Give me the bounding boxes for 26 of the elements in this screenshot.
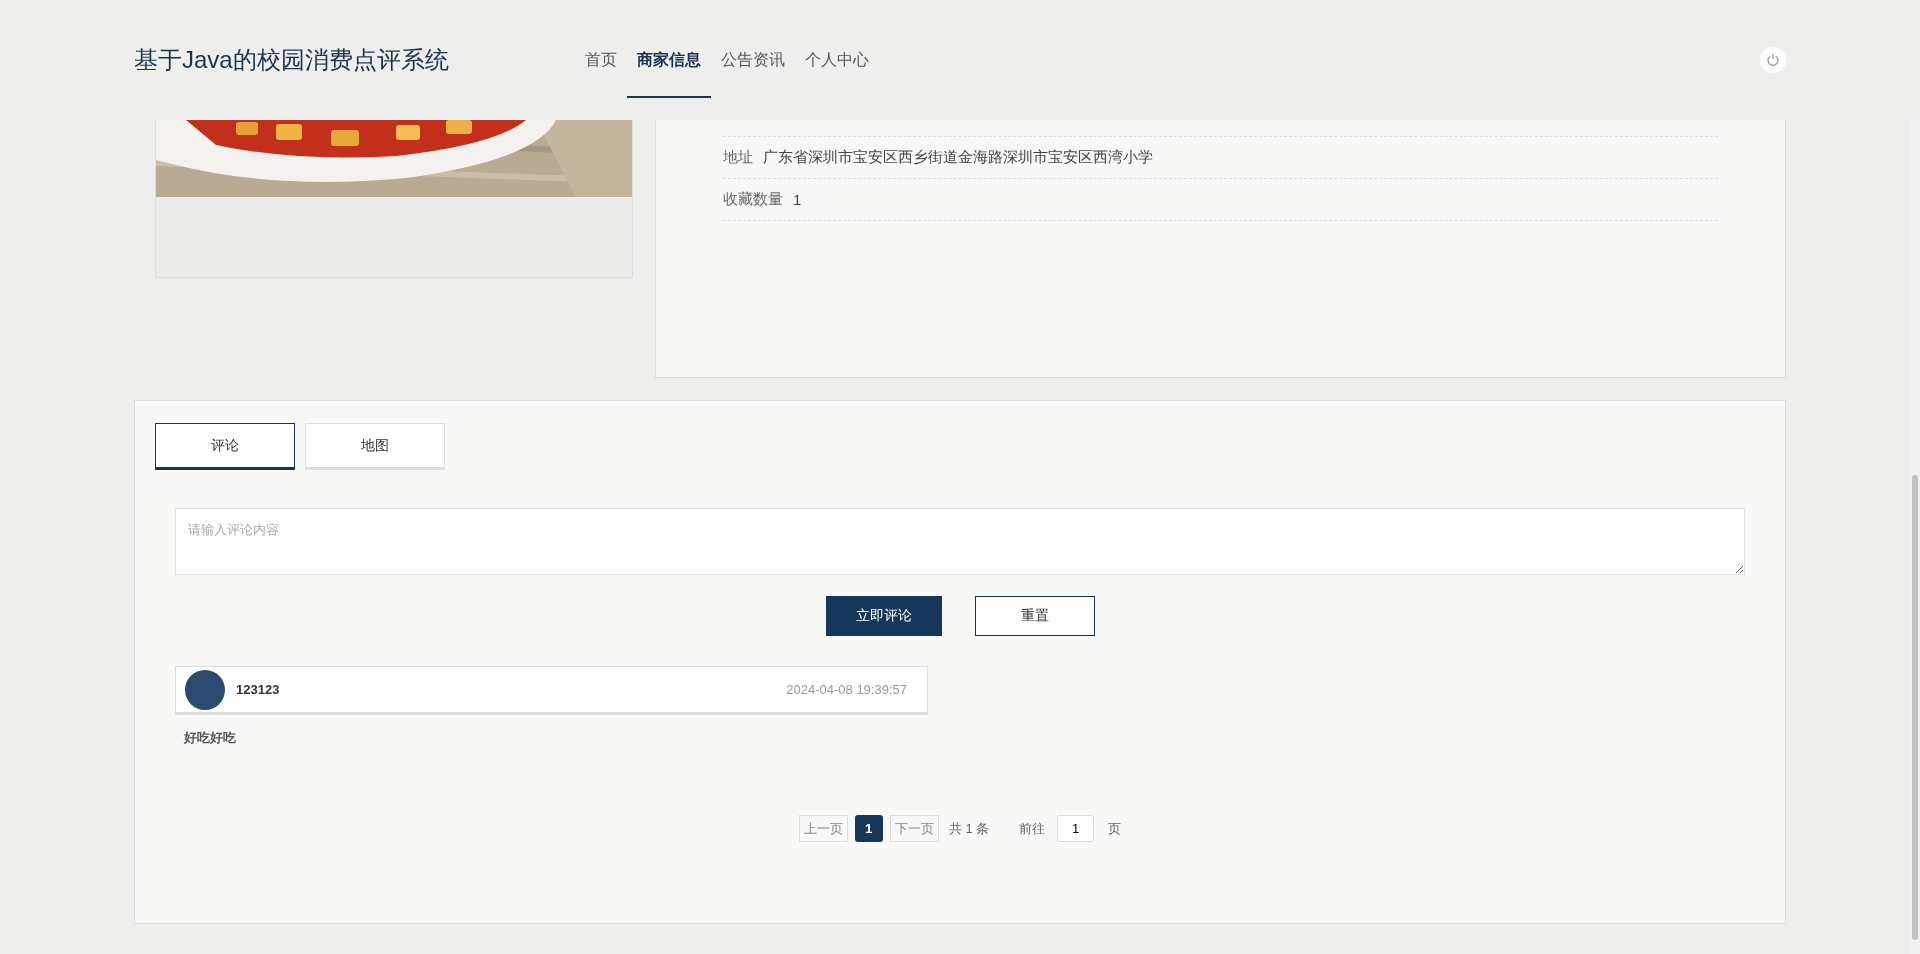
detail-label: 收藏数量: [723, 190, 783, 209]
goto-label: 前往: [1019, 819, 1046, 838]
detail-value: 广东省深圳市宝安区西乡街道金海路深圳市宝安区西湾小学: [763, 148, 1153, 167]
comment-username: 123123: [236, 682, 280, 697]
nav-link[interactable]: 公告资讯: [711, 24, 795, 98]
reset-button[interactable]: 重置: [974, 596, 1095, 636]
tab[interactable]: 评论: [155, 423, 295, 470]
nav-link[interactable]: 个人中心: [795, 24, 879, 98]
page-suffix: 页: [1108, 819, 1122, 838]
scrollbar-thumb[interactable]: [1912, 475, 1918, 940]
total-count: 共 1 条: [948, 819, 990, 838]
site-title: 基于Java的校园消费点评系统: [134, 45, 450, 75]
nav-link[interactable]: 商家信息: [627, 24, 711, 98]
detail-value: 1: [793, 191, 802, 208]
avatar-icon: [185, 669, 225, 710]
power-icon: [1766, 53, 1780, 67]
power-button[interactable]: [1760, 47, 1786, 73]
comment-text: 好吃好吃: [184, 729, 237, 747]
detail-label: 地址: [723, 148, 753, 167]
comment-time: 2024-04-08 19:39:57: [786, 682, 907, 697]
tab[interactable]: 地图: [305, 423, 445, 470]
nav-link[interactable]: 首页: [575, 24, 627, 98]
submit-button[interactable]: 立即评论: [825, 596, 942, 636]
page-number[interactable]: 1: [854, 815, 883, 842]
comment-field[interactable]: 请输入评论内容: [175, 508, 1745, 575]
page-input[interactable]: 1: [1057, 815, 1095, 842]
